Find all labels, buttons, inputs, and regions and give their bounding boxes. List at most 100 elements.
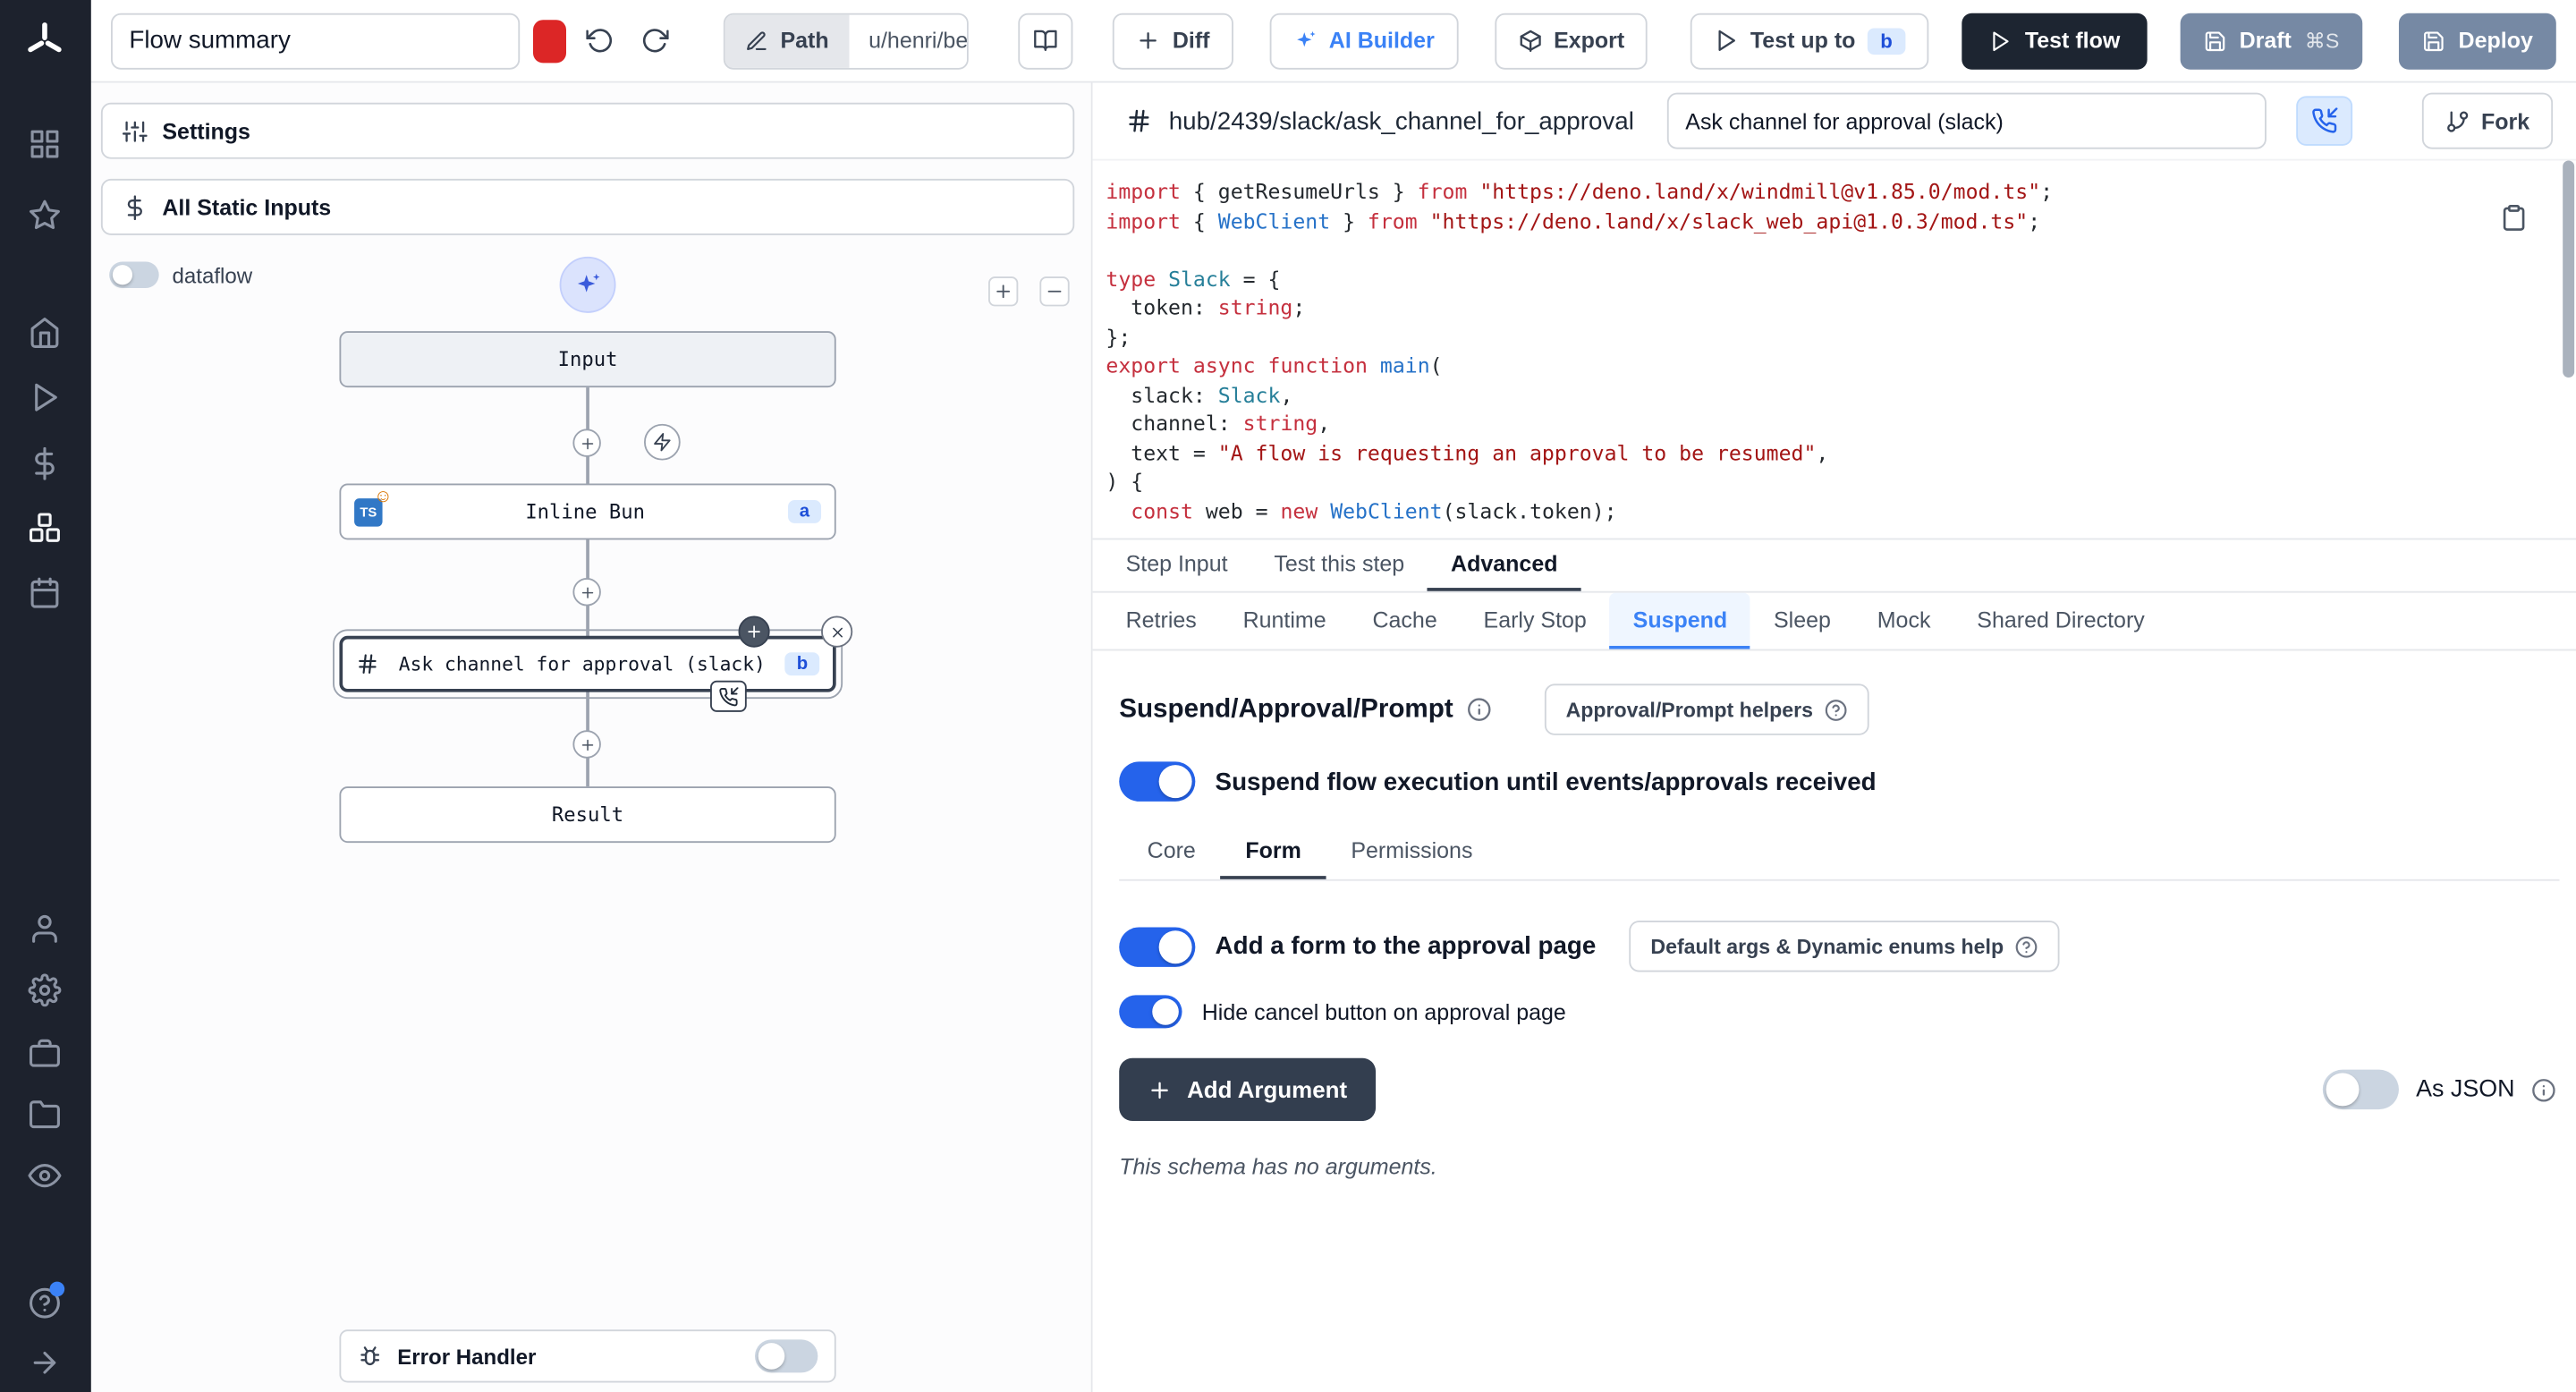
trigger-bolt-button[interactable] — [644, 424, 681, 461]
step-summary-input[interactable] — [1667, 93, 2267, 149]
tab-shared-directory[interactable]: Shared Directory — [1953, 593, 2167, 649]
node-move-button[interactable] — [739, 616, 770, 648]
node-approval-badge: b — [785, 652, 819, 675]
as-json-toggle[interactable] — [2324, 1070, 2400, 1109]
diff-button[interactable]: Diff — [1113, 13, 1233, 69]
tab-sleep[interactable]: Sleep — [1750, 593, 1854, 649]
slack-icon — [356, 652, 379, 675]
home-icon[interactable] — [28, 317, 61, 350]
advanced-tabs: Retries Runtime Cache Early Stop Suspend… — [1093, 593, 2576, 651]
subtab-form[interactable]: Form — [1221, 825, 1326, 879]
expand-sidebar-icon[interactable] — [28, 1346, 61, 1379]
add-form-toggle[interactable] — [1119, 927, 1195, 966]
star-icon[interactable] — [28, 199, 61, 232]
undo-button[interactable] — [580, 17, 621, 64]
folders-icon[interactable] — [28, 1098, 61, 1131]
error-handler-toggle[interactable] — [755, 1339, 818, 1372]
node-approval-label: Ask channel for approval (slack) — [379, 652, 785, 675]
resources-boxes-icon[interactable] — [28, 512, 61, 545]
fork-button[interactable]: Fork — [2421, 93, 2553, 149]
code-scrollbar[interactable] — [2563, 161, 2574, 378]
test-flow-button[interactable]: Test flow — [1962, 13, 2147, 69]
zoom-in-button[interactable] — [988, 276, 1018, 306]
node-result[interactable]: Result — [339, 786, 835, 843]
code-lines: import { getResumeUrls } from "https://d… — [1106, 177, 2510, 525]
suspend-phone-badge[interactable] — [710, 681, 747, 712]
panels-icon[interactable] — [28, 128, 61, 161]
node-input[interactable]: Input — [339, 331, 835, 387]
flow-settings-row[interactable]: Settings — [101, 103, 1074, 159]
windmill-logo[interactable] — [21, 18, 68, 64]
close-icon — [828, 624, 845, 641]
hub-script-path[interactable]: hub/2439/slack/ask_channel_for_approval — [1169, 106, 1634, 134]
approval-helpers-button[interactable]: Approval/Prompt helpers — [1545, 683, 1869, 734]
test-flow-label: Test flow — [2025, 28, 2120, 53]
docs-button[interactable] — [1019, 13, 1073, 69]
path-edit-segment[interactable]: Path — [725, 14, 848, 67]
windmill-flow-editor: Path u/henri/ben Diff AI Builder Export … — [0, 0, 2576, 1392]
empty-schema-note: This schema has no arguments. — [1119, 1154, 2559, 1179]
suspend-toggle[interactable] — [1119, 761, 1195, 801]
step-badge: b — [1867, 28, 1905, 55]
node-delete-button[interactable] — [821, 616, 852, 648]
static-inputs-label: All Static Inputs — [162, 194, 331, 219]
info-icon[interactable] — [1467, 697, 1492, 722]
tab-advanced[interactable]: Advanced — [1428, 539, 1580, 590]
schedules-calendar-icon[interactable] — [28, 576, 61, 609]
suspend-indicator-button[interactable] — [2296, 96, 2352, 146]
redo-button[interactable] — [633, 17, 674, 64]
wand-icon — [1292, 28, 1318, 53]
audit-eye-icon[interactable] — [28, 1159, 61, 1193]
flow-summary-input[interactable] — [111, 13, 520, 69]
variables-dollar-icon[interactable] — [28, 447, 61, 480]
error-handler-row[interactable]: Error Handler — [339, 1329, 835, 1382]
fork-label: Fork — [2481, 108, 2529, 133]
draft-button[interactable]: Draft⌘S — [2180, 13, 2362, 69]
insert-step-button[interactable] — [572, 578, 600, 606]
hide-cancel-toggle[interactable] — [1119, 995, 1182, 1028]
tab-suspend[interactable]: Suspend — [1610, 593, 1750, 649]
insert-step-button[interactable] — [572, 730, 600, 758]
workers-briefcase-icon[interactable] — [28, 1037, 61, 1070]
tab-step-input[interactable]: Step Input — [1103, 539, 1251, 590]
tab-test-this-step[interactable]: Test this step — [1250, 539, 1428, 590]
add-argument-button[interactable]: Add Argument — [1119, 1058, 1375, 1121]
test-up-to-label: Test up to — [1750, 28, 1856, 53]
tab-mock[interactable]: Mock — [1854, 593, 1954, 649]
play-icon — [1714, 28, 1739, 53]
tab-runtime[interactable]: Runtime — [1220, 593, 1350, 649]
tab-early-stop[interactable]: Early Stop — [1461, 593, 1610, 649]
path-group[interactable]: Path u/henri/ben — [724, 13, 970, 69]
runs-play-icon[interactable] — [28, 381, 61, 414]
dataflow-toggle-row: dataflow — [109, 261, 252, 288]
phone-incoming-icon — [2311, 107, 2338, 134]
ai-builder-label: AI Builder — [1329, 28, 1435, 53]
tab-retries[interactable]: Retries — [1103, 593, 1220, 649]
ai-flow-wand-button[interactable] — [560, 257, 616, 313]
copy-code-button[interactable] — [2500, 200, 2533, 233]
left-sidebar — [0, 0, 91, 1392]
path-label: Path — [780, 28, 828, 53]
info-icon[interactable] — [2531, 1077, 2556, 1102]
node-inline-bun[interactable]: TS☺ Inline Bun a — [339, 483, 835, 539]
subtab-core[interactable]: Core — [1123, 825, 1221, 879]
settings-gear-icon[interactable] — [28, 973, 61, 1006]
unsaved-indicator-button[interactable] — [533, 19, 566, 62]
export-label: Export — [1554, 28, 1624, 53]
dataflow-toggle[interactable] — [109, 261, 159, 288]
subtab-permissions[interactable]: Permissions — [1326, 825, 1498, 879]
tab-cache[interactable]: Cache — [1350, 593, 1461, 649]
add-argument-label: Add Argument — [1187, 1076, 1347, 1103]
export-button[interactable]: Export — [1494, 13, 1648, 69]
ai-builder-button[interactable]: AI Builder — [1269, 13, 1458, 69]
test-up-to-button[interactable]: Test up to b — [1690, 13, 1928, 69]
static-inputs-row[interactable]: All Static Inputs — [101, 179, 1074, 235]
insert-step-button[interactable] — [572, 429, 600, 456]
deploy-label: Deploy — [2459, 28, 2533, 53]
code-editor[interactable]: import { getResumeUrls } from "https://d… — [1093, 161, 2576, 539]
settings-label: Settings — [162, 118, 250, 143]
deploy-button[interactable]: Deploy — [2399, 13, 2556, 69]
default-args-help-button[interactable]: Default args & Dynamic enums help — [1629, 921, 2060, 972]
zoom-out-button[interactable] — [1039, 276, 1069, 306]
user-icon[interactable] — [28, 912, 61, 946]
